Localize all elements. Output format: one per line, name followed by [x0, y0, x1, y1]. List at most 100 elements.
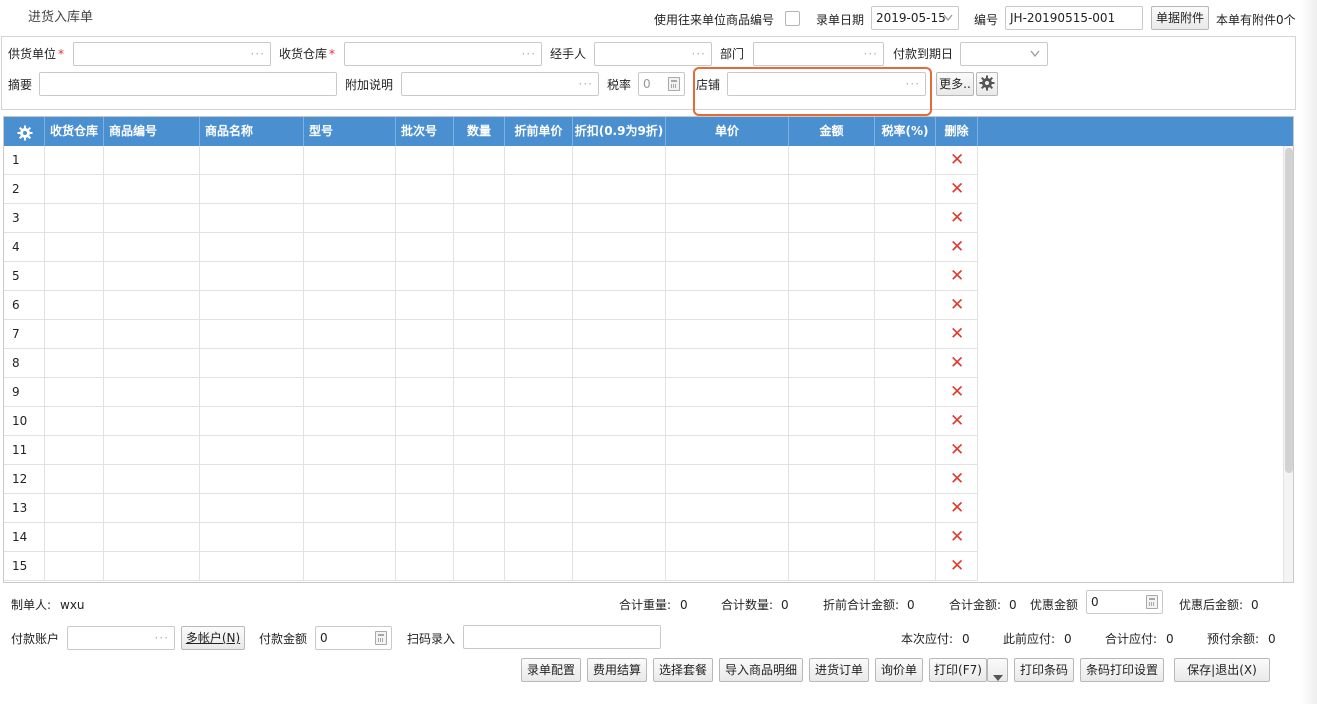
table-row[interactable]: 13 ✕ [4, 494, 978, 523]
table-row[interactable]: 14 ✕ [4, 523, 978, 552]
table-cell[interactable] [875, 146, 936, 175]
table-cell[interactable] [45, 465, 104, 494]
scrollbar-thumb[interactable] [1285, 148, 1293, 473]
table-cell[interactable] [104, 349, 200, 378]
column-header-model[interactable]: 型号 [304, 117, 396, 146]
table-cell[interactable] [304, 436, 396, 465]
table-row[interactable]: 9 ✕ [4, 378, 978, 407]
table-cell[interactable] [104, 262, 200, 291]
table-cell[interactable] [45, 436, 104, 465]
table-cell[interactable] [505, 378, 573, 407]
table-row[interactable]: 2 ✕ [4, 175, 978, 204]
summary-field[interactable] [39, 72, 337, 96]
table-cell[interactable] [304, 146, 396, 175]
table-row[interactable]: 10 ✕ [4, 407, 978, 436]
table-cell[interactable] [789, 233, 875, 262]
table-cell[interactable] [573, 204, 666, 233]
table-cell[interactable] [45, 146, 104, 175]
table-cell[interactable] [45, 523, 104, 552]
table-cell[interactable] [104, 233, 200, 262]
table-cell[interactable] [304, 262, 396, 291]
table-cell[interactable] [200, 175, 304, 204]
table-row[interactable]: 11 ✕ [4, 436, 978, 465]
table-row[interactable]: 1 ✕ [4, 146, 978, 175]
table-cell[interactable] [396, 378, 454, 407]
table-cell[interactable] [666, 349, 789, 378]
table-cell[interactable] [875, 494, 936, 523]
print-button[interactable]: 打印(F7) [929, 658, 987, 682]
table-cell[interactable] [104, 436, 200, 465]
table-cell[interactable] [875, 291, 936, 320]
table-cell[interactable] [505, 233, 573, 262]
table-cell[interactable] [875, 552, 936, 581]
table-cell[interactable] [396, 146, 454, 175]
delete-row-icon[interactable]: ✕ [950, 295, 964, 315]
table-cell[interactable] [789, 552, 875, 581]
table-row[interactable]: 7 ✕ [4, 320, 978, 349]
table-cell[interactable] [666, 552, 789, 581]
table-row[interactable]: 4 ✕ [4, 233, 978, 262]
delete-cell[interactable]: ✕ [936, 436, 978, 465]
table-cell[interactable] [454, 320, 505, 349]
table-cell[interactable] [505, 320, 573, 349]
table-cell[interactable] [666, 465, 789, 494]
table-cell[interactable] [45, 233, 104, 262]
table-cell[interactable] [875, 407, 936, 436]
table-cell[interactable] [304, 204, 396, 233]
table-cell[interactable] [104, 291, 200, 320]
table-cell[interactable] [104, 175, 200, 204]
table-cell[interactable] [666, 407, 789, 436]
delete-row-icon[interactable]: ✕ [950, 150, 964, 170]
column-header-discount[interactable]: 折扣(0.9为9折) [573, 117, 666, 146]
table-row[interactable]: 12 ✕ [4, 465, 978, 494]
delete-cell[interactable]: ✕ [936, 291, 978, 320]
table-cell[interactable] [104, 378, 200, 407]
table-cell[interactable] [666, 262, 789, 291]
delete-cell[interactable]: ✕ [936, 465, 978, 494]
table-cell[interactable] [454, 436, 505, 465]
delete-cell[interactable]: ✕ [936, 378, 978, 407]
table-cell[interactable] [666, 291, 789, 320]
table-cell[interactable] [573, 262, 666, 291]
entry-config-button[interactable]: 录单配置 [521, 658, 581, 682]
column-header-pre-discount-price[interactable]: 折前单价 [505, 117, 573, 146]
table-cell[interactable] [200, 407, 304, 436]
table-cell[interactable] [573, 407, 666, 436]
table-cell[interactable] [454, 465, 505, 494]
table-cell[interactable] [875, 349, 936, 378]
pay-account-field[interactable]: ··· [67, 626, 175, 650]
table-row[interactable]: 5 ✕ [4, 262, 978, 291]
table-cell[interactable] [45, 175, 104, 204]
table-cell[interactable] [396, 291, 454, 320]
column-header-tax-rate[interactable]: 税率(%) [875, 117, 936, 146]
delete-cell[interactable]: ✕ [936, 320, 978, 349]
table-cell[interactable] [396, 320, 454, 349]
delete-cell[interactable]: ✕ [936, 262, 978, 291]
table-cell[interactable] [200, 436, 304, 465]
print-menu-dropdown[interactable] [987, 658, 1008, 682]
table-cell[interactable] [666, 494, 789, 523]
table-cell[interactable] [200, 146, 304, 175]
table-cell[interactable] [875, 436, 936, 465]
table-cell[interactable] [666, 436, 789, 465]
delete-row-icon[interactable]: ✕ [950, 324, 964, 344]
table-cell[interactable] [396, 465, 454, 494]
table-cell[interactable] [666, 175, 789, 204]
table-cell[interactable] [104, 494, 200, 523]
table-cell[interactable] [304, 349, 396, 378]
table-cell[interactable] [396, 233, 454, 262]
table-cell[interactable] [875, 378, 936, 407]
table-cell[interactable] [454, 175, 505, 204]
table-cell[interactable] [573, 378, 666, 407]
table-cell[interactable] [454, 262, 505, 291]
table-cell[interactable] [789, 146, 875, 175]
table-cell[interactable] [104, 204, 200, 233]
extra-note-field[interactable]: ··· [401, 72, 599, 96]
delete-cell[interactable]: ✕ [936, 407, 978, 436]
table-cell[interactable] [789, 378, 875, 407]
column-header-product-name[interactable]: 商品名称 [200, 117, 304, 146]
table-cell[interactable] [573, 552, 666, 581]
table-cell[interactable] [396, 407, 454, 436]
table-cell[interactable] [45, 291, 104, 320]
delete-cell[interactable]: ✕ [936, 175, 978, 204]
